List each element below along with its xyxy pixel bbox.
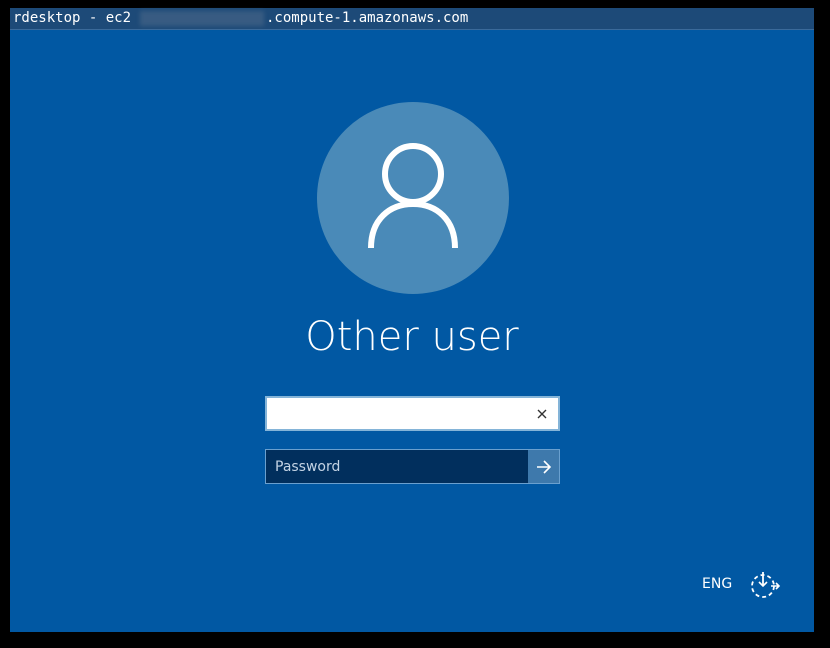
window-titlebar[interactable]: rdesktop - ec2 .compute-1.amazonaws.com xyxy=(10,8,814,30)
close-icon xyxy=(537,409,547,419)
submit-button[interactable] xyxy=(528,450,559,483)
rdesktop-window: rdesktop - ec2 .compute-1.amazonaws.com … xyxy=(10,8,814,632)
user-silhouette-icon xyxy=(368,143,458,249)
clear-username-button[interactable] xyxy=(530,402,554,426)
arrow-right-icon xyxy=(536,459,551,474)
username-input[interactable] xyxy=(267,398,527,429)
ease-of-access-button[interactable] xyxy=(747,568,781,602)
window-title-prefix: rdesktop - ec2 xyxy=(13,10,132,26)
login-screen: Other user ENG xyxy=(10,30,814,632)
redacted-host-segment xyxy=(140,11,264,26)
account-name: Other user xyxy=(305,314,519,360)
language-indicator[interactable]: ENG xyxy=(702,576,732,592)
password-input[interactable] xyxy=(266,450,528,483)
window-title-suffix: .compute-1.amazonaws.com xyxy=(266,10,469,26)
username-field xyxy=(265,396,560,431)
ease-of-access-icon xyxy=(751,572,781,598)
user-avatar xyxy=(317,102,509,294)
password-field xyxy=(265,449,560,484)
